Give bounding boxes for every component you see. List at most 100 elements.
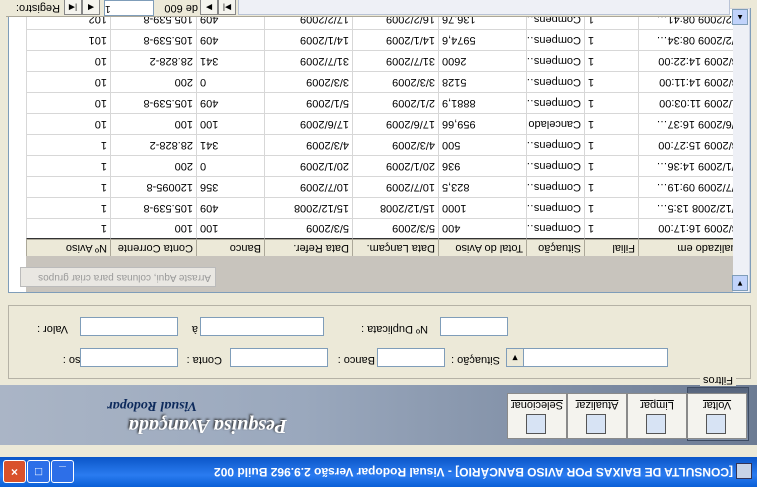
conta-field[interactable] — [230, 348, 328, 367]
cell-total[interactable]: 823,5 — [438, 176, 526, 197]
cell-data-lancam[interactable]: 15/12/2008 — [352, 197, 438, 218]
cell-conta[interactable]: 28.828-2 — [110, 134, 196, 155]
cell-situacao[interactable]: Compens… — [526, 218, 584, 239]
col-header-total[interactable]: Total do Aviso — [438, 239, 526, 256]
cell-data-refer[interactable]: 5/3/2009 — [264, 218, 352, 239]
cell-banco[interactable]: 409 — [196, 92, 264, 113]
cell-situacao[interactable]: Compens… — [526, 29, 584, 50]
cell-filial[interactable]: 1 — [584, 134, 638, 155]
cell-total[interactable]: 2600 — [438, 50, 526, 71]
col-header-data-lancam[interactable]: Data Lançam. — [352, 239, 438, 256]
cell-data-refer[interactable]: 20/1/2009 — [264, 155, 352, 176]
cell-data-refer[interactable]: 15/12/2008 — [264, 197, 352, 218]
cell-situacao[interactable]: Compens… — [526, 155, 584, 176]
cell-total[interactable]: 5974,6 — [438, 29, 526, 50]
cell-total[interactable]: 400 — [438, 218, 526, 239]
scroll-down-icon[interactable]: ▼ — [732, 275, 748, 291]
situacao-select[interactable]: ▼ — [506, 348, 668, 367]
selecionar-button[interactable]: Selecionar — [507, 393, 567, 439]
cell-total[interactable]: 959,66 — [438, 113, 526, 134]
cell-conta[interactable]: 100 — [110, 113, 196, 134]
valor-de-field[interactable] — [80, 317, 178, 336]
cell-total[interactable]: 936 — [438, 155, 526, 176]
cell-data-lancam[interactable]: 14/1/2009 — [352, 29, 438, 50]
cell-aviso[interactable]: 1 — [26, 218, 110, 239]
cell-banco[interactable]: 356 — [196, 176, 264, 197]
cell-data-refer[interactable]: 5/1/2009 — [264, 92, 352, 113]
cell-conta[interactable]: 105.539-8 — [110, 92, 196, 113]
cell-banco[interactable]: 0 — [196, 71, 264, 92]
cell-data-refer[interactable]: 31/7/2009 — [264, 50, 352, 71]
first-record-icon[interactable]: |◀ — [64, 0, 82, 15]
cell-aviso[interactable]: 101 — [26, 29, 110, 50]
scroll-up-icon[interactable]: ▲ — [732, 9, 748, 25]
cell-situacao[interactable]: Compens… — [526, 134, 584, 155]
cell-data-lancam[interactable]: 3/3/2009 — [352, 71, 438, 92]
cell-data-refer[interactable]: 10/7/2009 — [264, 176, 352, 197]
col-header-data-refer[interactable]: Data Refer. — [264, 239, 352, 256]
cell-data-lancam[interactable]: 17/6/2009 — [352, 113, 438, 134]
cell-aviso[interactable]: 10 — [26, 50, 110, 71]
cell-total[interactable]: 8881,9 — [438, 92, 526, 113]
col-header-situacao[interactable]: Situação — [526, 239, 584, 256]
cell-total[interactable]: 5128 — [438, 71, 526, 92]
col-header-aviso[interactable]: Nº Aviso — [26, 239, 110, 256]
close-button[interactable]: × — [3, 460, 26, 483]
cell-situacao[interactable]: Compens… — [526, 197, 584, 218]
cell-filial[interactable]: 1 — [584, 197, 638, 218]
valor-ate-field[interactable] — [200, 317, 324, 336]
aviso-field[interactable] — [80, 348, 178, 367]
cell-filial[interactable]: 1 — [584, 113, 638, 134]
cell-conta[interactable]: 105.539-8 — [110, 29, 196, 50]
cell-data-refer[interactable]: 4/3/2009 — [264, 134, 352, 155]
atualizar-button[interactable]: Atualizar — [567, 393, 627, 439]
cell-data-lancam[interactable]: 31/7/2009 — [352, 50, 438, 71]
cell-banco[interactable]: 409 — [196, 29, 264, 50]
cell-conta[interactable]: 200 — [110, 155, 196, 176]
cell-aviso[interactable]: 1 — [26, 155, 110, 176]
cell-conta[interactable]: 28.828-2 — [110, 50, 196, 71]
cell-filial[interactable]: 1 — [584, 50, 638, 71]
cell-filial[interactable]: 1 — [584, 155, 638, 176]
cell-aviso[interactable]: 1 — [26, 197, 110, 218]
cell-situacao[interactable]: Compens… — [526, 50, 584, 71]
cell-situacao[interactable]: Compens… — [526, 71, 584, 92]
cell-banco[interactable]: 0 — [196, 155, 264, 176]
cell-conta[interactable]: 120095-8 — [110, 176, 196, 197]
cell-data-lancam[interactable]: 20/1/2009 — [352, 155, 438, 176]
cell-conta[interactable]: 100 — [110, 218, 196, 239]
cell-filial[interactable]: 1 — [584, 71, 638, 92]
group-drop-zone[interactable]: Arraste Aqui, colunas para criar grupos — [20, 256, 750, 292]
minimize-button[interactable]: _ — [51, 460, 74, 483]
last-record-icon[interactable]: ▶| — [218, 0, 236, 15]
prev-record-icon[interactable]: ◀ — [82, 0, 100, 15]
horizontal-scrollbar[interactable] — [238, 0, 730, 15]
cell-filial[interactable]: 1 — [584, 218, 638, 239]
banco-field[interactable] — [377, 348, 445, 367]
cell-data-refer[interactable]: 14/1/2009 — [264, 29, 352, 50]
col-header-filial[interactable]: Filial — [584, 239, 638, 256]
cell-data-lancam[interactable]: 2/1/2009 — [352, 92, 438, 113]
cell-aviso[interactable]: 10 — [26, 92, 110, 113]
cell-conta[interactable]: 200 — [110, 71, 196, 92]
cell-situacao[interactable]: Cancelado — [526, 113, 584, 134]
record-current[interactable]: 1 — [104, 0, 154, 16]
cell-banco[interactable]: 341 — [196, 50, 264, 71]
cell-filial[interactable]: 1 — [584, 92, 638, 113]
cell-filial[interactable]: 1 — [584, 29, 638, 50]
cell-situacao[interactable]: Compens… — [526, 92, 584, 113]
cell-banco[interactable]: 100 — [196, 218, 264, 239]
cell-banco[interactable]: 409 — [196, 197, 264, 218]
cell-banco[interactable]: 100 — [196, 113, 264, 134]
cell-total[interactable]: 1000 — [438, 197, 526, 218]
cell-filial[interactable]: 1 — [584, 176, 638, 197]
cell-data-refer[interactable]: 3/3/2009 — [264, 71, 352, 92]
voltar-button[interactable]: Voltar — [687, 393, 747, 439]
limpar-button[interactable]: Limpar — [627, 393, 687, 439]
col-header-conta[interactable]: Conta Corrente — [110, 239, 196, 256]
cell-aviso[interactable]: 1 — [26, 134, 110, 155]
cell-data-lancam[interactable]: 10/7/2009 — [352, 176, 438, 197]
cell-aviso[interactable]: 10 — [26, 71, 110, 92]
col-header-banco[interactable]: Banco — [196, 239, 264, 256]
vertical-scrollbar[interactable]: ▼ ▲ — [732, 9, 750, 292]
